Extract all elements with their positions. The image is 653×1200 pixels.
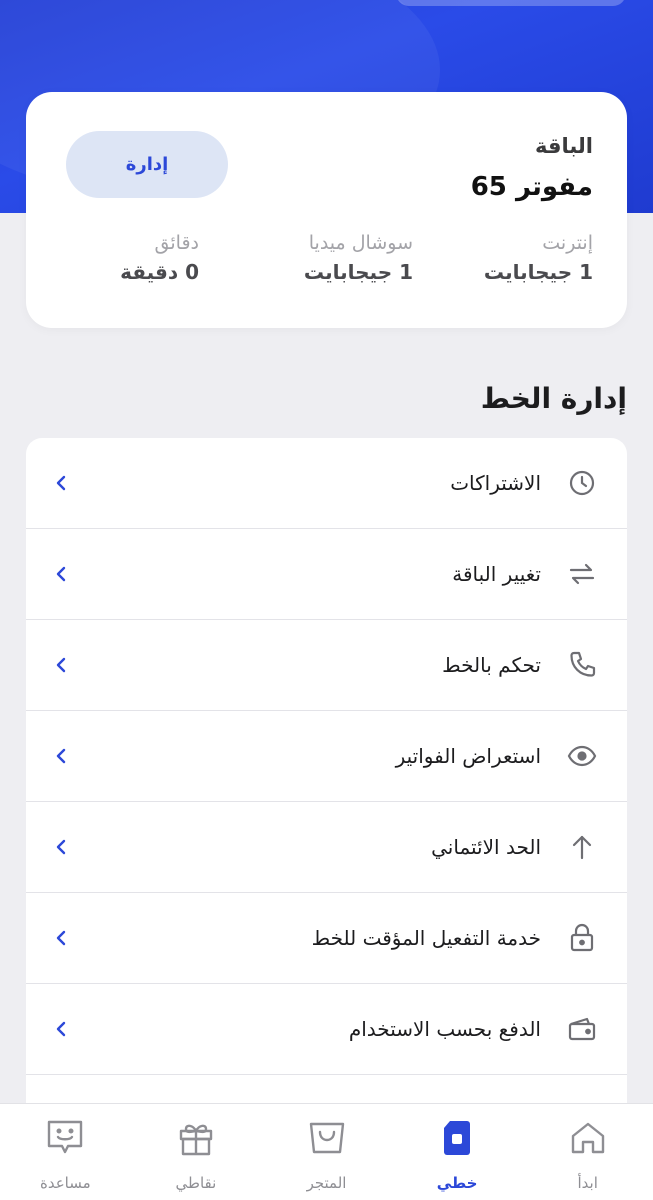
stat-social-media: سوشال ميديا 1 جيجابايت [304,232,413,284]
swap-arrows-icon [567,559,597,589]
home-icon [568,1118,608,1158]
tab-start[interactable]: ابدأ [522,1104,653,1200]
menu-item-temporary-activation[interactable]: خدمة التفعيل المؤقت للخط [26,893,627,984]
chevron-left-icon [52,747,70,765]
menu-item-label: استعراض الفواتير [395,744,541,768]
menu-item-label: الاشتراكات [450,471,541,495]
tab-help[interactable]: مساعدة [0,1104,131,1200]
gift-icon [176,1118,216,1158]
stat-label: سوشال ميديا [308,232,413,254]
manage-plan-button[interactable]: إدارة [66,131,228,198]
chevron-left-icon [52,929,70,947]
chevron-left-icon [52,838,70,856]
tab-store[interactable]: المتجر [261,1104,392,1200]
bottom-tab-bar: ابدأ خطي المتجر نقاطي مساعدة [0,1103,653,1200]
tab-label: خطي [436,1174,478,1192]
stat-value: 1 جيجابايت [483,260,593,284]
plan-card: الباقة مفوتر 65 إدارة إنترنت 1 جيجابايت … [26,92,627,328]
phone-icon [567,650,597,680]
menu-item-credit-limit[interactable]: الحد الائتماني [26,802,627,893]
tab-label: مساعدة [39,1174,91,1192]
menu-item-change-plan[interactable]: تغيير الباقة [26,529,627,620]
tab-line[interactable]: خطي [392,1104,523,1200]
tab-label: ابدأ [577,1174,598,1192]
chevron-left-icon [52,1020,70,1038]
tab-label: المتجر [306,1174,347,1192]
stat-internet: إنترنت 1 جيجابايت [484,232,593,284]
chevron-left-icon [52,656,70,674]
arrow-up-icon [567,832,597,862]
section-title-line-management: إدارة الخط [480,382,627,415]
menu-item-view-bills[interactable]: استعراض الفواتير [26,711,627,802]
hero-top-pill [396,0,626,6]
wallet-icon [567,1014,597,1044]
menu-item-pay-as-you-go[interactable]: الدفع بحسب الاستخدام [26,984,627,1075]
plan-label: الباقة [534,134,593,158]
menu-item-label: تغيير الباقة [452,562,541,586]
menu-item-label: الدفع بحسب الاستخدام [348,1017,541,1041]
menu-item-subscriptions[interactable]: الاشتراكات [26,438,627,529]
menu-item-line-control[interactable]: تحكم بالخط [26,620,627,711]
plan-name: مفوتر 65 [470,172,593,202]
stat-label: دقائق [154,232,199,254]
stat-value: 1 جيجابايت [303,260,413,284]
menu-item-label: الحد الائتماني [431,835,541,859]
stat-label: إنترنت [542,232,593,254]
chevron-left-icon [52,474,70,492]
tab-points[interactable]: نقاطي [131,1104,262,1200]
stat-value: 0 دقيقة [120,260,199,284]
shopping-bag-icon [307,1118,347,1158]
chat-smile-icon [45,1118,85,1158]
menu-item-label: خدمة التفعيل المؤقت للخط [311,926,541,950]
chevron-left-icon [52,565,70,583]
menu-item-label: تحكم بالخط [442,653,541,677]
clock-icon [567,468,597,498]
stat-minutes: دقائق 0 دقيقة [120,232,199,284]
sim-card-icon [437,1118,477,1158]
line-management-menu: الاشتراكات تغيير الباقة تحكم بالخط استعر… [26,438,627,1118]
tab-label: نقاطي [175,1174,217,1192]
lock-icon [567,923,597,953]
eye-icon [567,741,597,771]
